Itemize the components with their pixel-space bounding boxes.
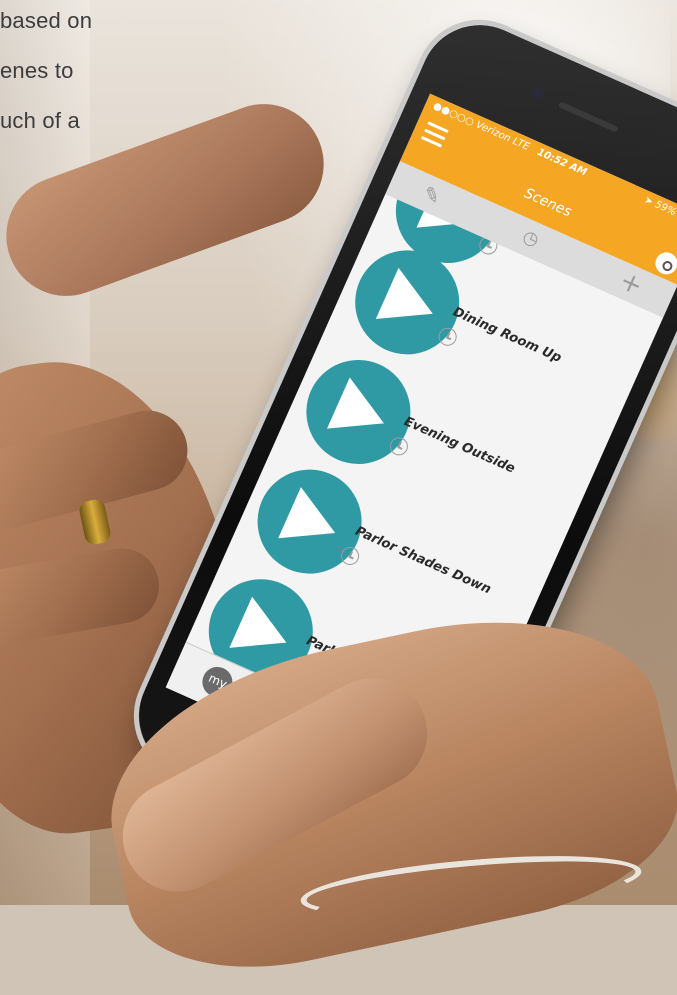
front-camera [530,85,546,101]
phone-speaker [558,101,619,133]
status-time: 10:52 AM [535,147,588,179]
status-carrier: ●●○○○ Verizon LTE [431,100,531,152]
carrier-label: Verizon [474,120,512,145]
clock-icon[interactable]: ◷ [514,223,548,256]
network-label: LTE [511,136,531,153]
battery-label: 59% [653,199,677,218]
play-icon [278,487,346,558]
play-icon [229,597,297,668]
scene-name: Evening Outside [402,414,518,476]
plus-icon[interactable]: + [614,268,648,301]
status-battery: ➤ 59% [642,195,677,227]
overlay-text-line-2: enes to [0,58,74,84]
play-icon [327,377,395,448]
overlay-text-line-3: uch of a [0,108,80,134]
scene-name: Dining Room Up [450,305,563,366]
overlay-text-line-1: based on [0,8,92,34]
scene-name: Parlor Shades Down [353,524,493,597]
play-icon [376,268,444,339]
pencil-icon[interactable]: ✎ [415,179,449,212]
